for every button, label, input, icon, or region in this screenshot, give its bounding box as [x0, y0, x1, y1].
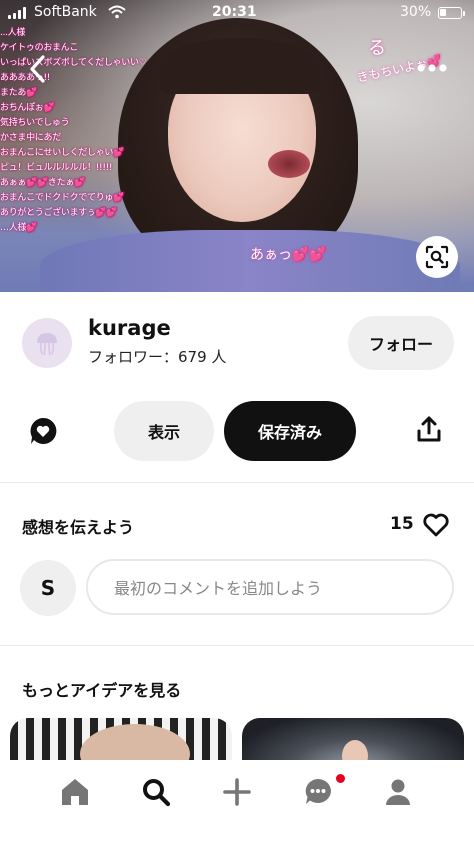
- chevron-left-icon: [30, 55, 45, 83]
- overlay-chat-line: またあ💕: [0, 88, 38, 98]
- more-options-button[interactable]: [416, 58, 448, 78]
- nav-profile[interactable]: [376, 770, 420, 814]
- plus-icon: [223, 778, 251, 806]
- section-divider: [0, 482, 474, 483]
- clock-time: 20:31: [212, 4, 257, 20]
- follow-button[interactable]: フォロー: [348, 316, 454, 370]
- section-divider: [0, 645, 474, 646]
- creator-name[interactable]: kurage: [88, 316, 171, 340]
- overlay-chat-line: おまんこにせいしくだしゃい💕: [0, 148, 125, 158]
- battery-tip: [463, 11, 465, 16]
- comment-placeholder: 最初のコメントを追加しよう: [114, 579, 323, 598]
- likes-count: 15: [390, 514, 414, 534]
- overlay-chat-line: ...人様: [0, 28, 26, 38]
- overlay-chat-line: …人様💕: [0, 223, 38, 233]
- more-dots-icon: [417, 64, 447, 72]
- heart-outline-icon: [423, 513, 449, 537]
- battery-percent: 30%: [400, 4, 432, 20]
- share-button[interactable]: [414, 415, 444, 445]
- saved-button[interactable]: 保存済み: [224, 401, 356, 461]
- status-bar: SoftBank 20:31 30%: [0, 0, 474, 26]
- profile-icon: [386, 779, 410, 805]
- pin-image-bangs: [160, 38, 320, 94]
- battery-icon: [438, 7, 462, 19]
- share-icon: [417, 416, 441, 442]
- comment-input[interactable]: 最初のコメントを追加しよう: [86, 559, 454, 615]
- bottom-nav-bar: [0, 760, 474, 842]
- reactions-title: 感想を伝えよう: [22, 518, 135, 537]
- overlay-chat-line: あぁぁ💕💕きたぁ💕: [0, 178, 85, 188]
- overlay-chat-line: ピュ！ビュルルルルル！!!!!!: [0, 163, 113, 173]
- jellyfish-icon: [37, 333, 57, 356]
- comment-button[interactable]: [28, 416, 58, 446]
- home-icon: [62, 779, 88, 805]
- comment-heart-icon: [30, 417, 57, 444]
- carrier-name: SoftBank: [34, 4, 97, 20]
- pin-image[interactable]: ...人様 ケイトゥのおまんこ いっぱいズボズボしてくだしゃいい♡ ああああっ!…: [0, 0, 474, 292]
- more-ideas-title: もっとアイデアを見る: [22, 681, 182, 700]
- overlay-chat-lines: ...人様 ケイトゥのおまんこ いっぱいズボズボしてくだしゃいい♡ ああああっ!…: [0, 26, 170, 236]
- overlay-float-text: あぁっ💕💕: [250, 247, 327, 263]
- nav-search[interactable]: [134, 770, 178, 814]
- creator-avatar[interactable]: [22, 318, 72, 368]
- like-button[interactable]: [422, 512, 450, 538]
- overlay-float-text: る: [368, 38, 386, 59]
- visual-search-button[interactable]: [416, 236, 458, 278]
- messages-icon: [305, 779, 331, 804]
- search-icon: [143, 779, 171, 807]
- current-user-avatar: S: [20, 560, 76, 616]
- overlay-chat-line: ケイトゥのおまんこ: [0, 43, 79, 53]
- overlay-chat-line: いっぱいズボズボしてくだしゃいい♡: [0, 58, 147, 68]
- overlay-chat-line: おちんぽぉ💕: [0, 103, 55, 113]
- visual-search-icon: [425, 245, 449, 269]
- overlay-chat-line: ああああっ!!: [0, 73, 51, 83]
- wifi-icon: [108, 5, 126, 23]
- overlay-chat-line: おまんこでドクドクでてりゅ💕: [0, 193, 125, 203]
- back-button[interactable]: [28, 54, 52, 86]
- follower-count: フォロワー：679 人: [88, 348, 227, 366]
- signal-icon: [8, 7, 26, 19]
- notification-badge: [336, 774, 345, 783]
- view-button[interactable]: 表示: [114, 401, 214, 461]
- pin-image-mouth: [268, 150, 310, 178]
- nav-create[interactable]: [215, 770, 259, 814]
- overlay-chat-line: かさま中にあだ: [0, 133, 61, 143]
- nav-home[interactable]: [53, 770, 97, 814]
- nav-messages[interactable]: [296, 770, 340, 814]
- overlay-chat-line: ありがとうございますぅ💕💕: [0, 208, 118, 218]
- overlay-chat-line: 気持ちいでしゅう: [0, 118, 70, 128]
